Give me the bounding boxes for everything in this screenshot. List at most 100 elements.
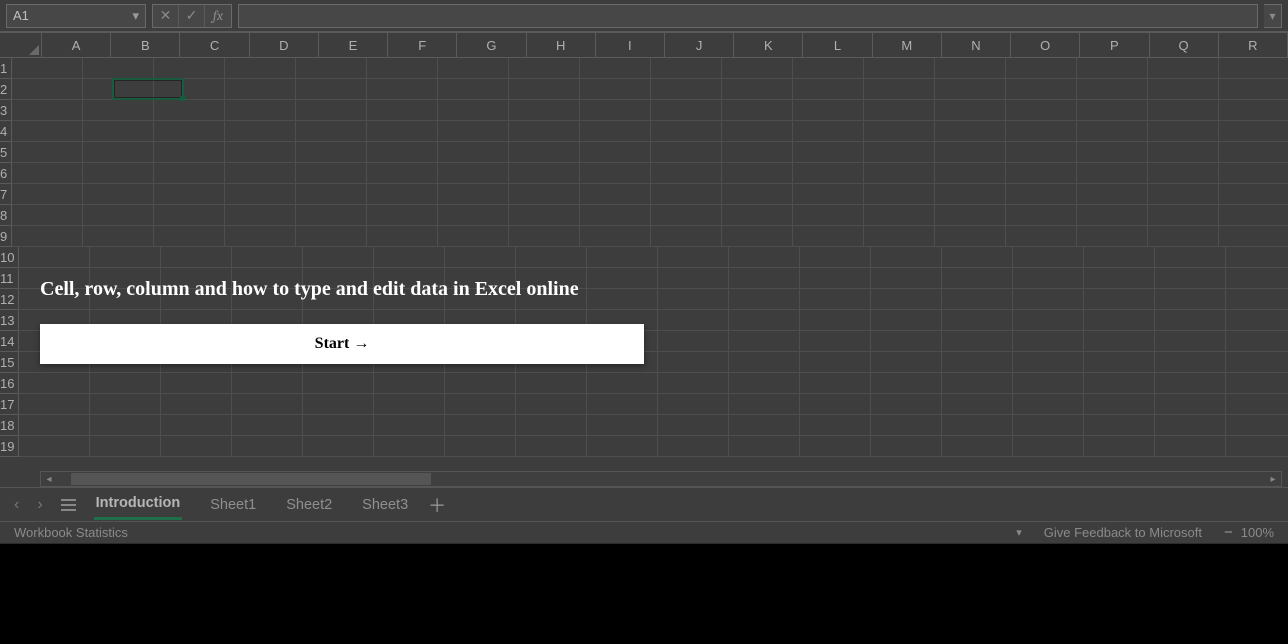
cell[interactable] (1219, 205, 1288, 226)
cell[interactable] (942, 331, 1013, 352)
cell[interactable] (1226, 352, 1288, 373)
cell[interactable] (722, 184, 793, 205)
scroll-right-icon[interactable]: ▸ (1265, 472, 1281, 486)
cell[interactable] (509, 79, 580, 100)
cell[interactable] (19, 247, 90, 268)
cell[interactable] (580, 100, 651, 121)
cell[interactable] (1077, 100, 1148, 121)
cell[interactable] (864, 79, 935, 100)
cell[interactable] (1155, 310, 1226, 331)
cell[interactable] (793, 226, 864, 247)
cell[interactable] (1006, 205, 1077, 226)
cell[interactable] (800, 436, 871, 457)
cell[interactable] (1084, 373, 1155, 394)
cell[interactable] (1013, 310, 1084, 331)
cell[interactable] (1155, 268, 1226, 289)
cell[interactable] (1148, 184, 1219, 205)
cell[interactable] (296, 226, 367, 247)
cell[interactable] (871, 331, 942, 352)
cell[interactable] (154, 184, 225, 205)
cell[interactable] (651, 163, 722, 184)
cell[interactable] (1226, 394, 1288, 415)
cell[interactable] (83, 205, 154, 226)
cell[interactable] (658, 373, 729, 394)
zoom-level[interactable]: 100% (1241, 525, 1274, 540)
cell[interactable] (161, 415, 232, 436)
cell[interactable] (1077, 163, 1148, 184)
all-sheets-icon[interactable] (61, 496, 76, 514)
cell[interactable] (722, 163, 793, 184)
cell[interactable] (1077, 142, 1148, 163)
cell[interactable] (516, 436, 587, 457)
cell[interactable] (12, 184, 83, 205)
cell[interactable] (935, 163, 1006, 184)
cell[interactable] (296, 163, 367, 184)
cell[interactable] (935, 226, 1006, 247)
cell[interactable] (438, 121, 509, 142)
cell[interactable] (83, 100, 154, 121)
column-header[interactable]: B (111, 33, 180, 57)
cell[interactable] (367, 142, 438, 163)
cell[interactable] (658, 247, 729, 268)
cell[interactable] (587, 415, 658, 436)
cell[interactable] (1006, 142, 1077, 163)
column-header[interactable]: J (665, 33, 734, 57)
cell[interactable] (296, 100, 367, 121)
cell[interactable] (1013, 394, 1084, 415)
cell[interactable] (651, 121, 722, 142)
cell[interactable] (367, 163, 438, 184)
cell[interactable] (651, 226, 722, 247)
row-header[interactable]: 19 (0, 436, 19, 457)
status-menu-icon[interactable]: ▾ (1016, 526, 1022, 539)
cell[interactable] (1148, 100, 1219, 121)
cell[interactable] (154, 100, 225, 121)
cell[interactable] (793, 163, 864, 184)
cell[interactable] (1219, 79, 1288, 100)
cell[interactable] (445, 436, 516, 457)
column-header[interactable]: I (596, 33, 665, 57)
cell[interactable] (445, 394, 516, 415)
cell[interactable] (1155, 436, 1226, 457)
cell[interactable] (232, 394, 303, 415)
cell[interactable] (864, 142, 935, 163)
cell[interactable] (303, 373, 374, 394)
column-header[interactable]: K (734, 33, 803, 57)
cell[interactable] (225, 142, 296, 163)
cell[interactable] (1226, 247, 1288, 268)
cell[interactable] (935, 205, 1006, 226)
cell[interactable] (1077, 79, 1148, 100)
name-box[interactable]: A1 ▾ (6, 4, 146, 28)
cell[interactable] (722, 79, 793, 100)
cell[interactable] (232, 415, 303, 436)
cell[interactable] (1155, 352, 1226, 373)
cell[interactable] (303, 247, 374, 268)
cell[interactable] (83, 163, 154, 184)
cell[interactable] (1013, 436, 1084, 457)
cell[interactable] (19, 436, 90, 457)
cell[interactable] (871, 415, 942, 436)
cell[interactable] (154, 163, 225, 184)
cell[interactable] (587, 289, 658, 310)
cancel-formula-icon[interactable]: ✕ (153, 5, 179, 27)
cell[interactable] (658, 310, 729, 331)
cell[interactable] (800, 352, 871, 373)
cell[interactable] (793, 121, 864, 142)
row-header[interactable]: 1 (0, 58, 12, 79)
column-header[interactable]: F (388, 33, 457, 57)
row-header[interactable]: 14 (0, 331, 19, 352)
cell[interactable] (793, 58, 864, 79)
cell[interactable] (1006, 58, 1077, 79)
cell[interactable] (1226, 268, 1288, 289)
cell[interactable] (1226, 415, 1288, 436)
cell[interactable] (1148, 226, 1219, 247)
cell[interactable] (445, 373, 516, 394)
cell[interactable] (83, 142, 154, 163)
cell[interactable] (90, 394, 161, 415)
cell[interactable] (658, 394, 729, 415)
cell[interactable] (161, 394, 232, 415)
cell[interactable] (1077, 226, 1148, 247)
cell[interactable] (296, 205, 367, 226)
cell[interactable] (509, 142, 580, 163)
cell[interactable] (225, 163, 296, 184)
cell[interactable] (1013, 289, 1084, 310)
